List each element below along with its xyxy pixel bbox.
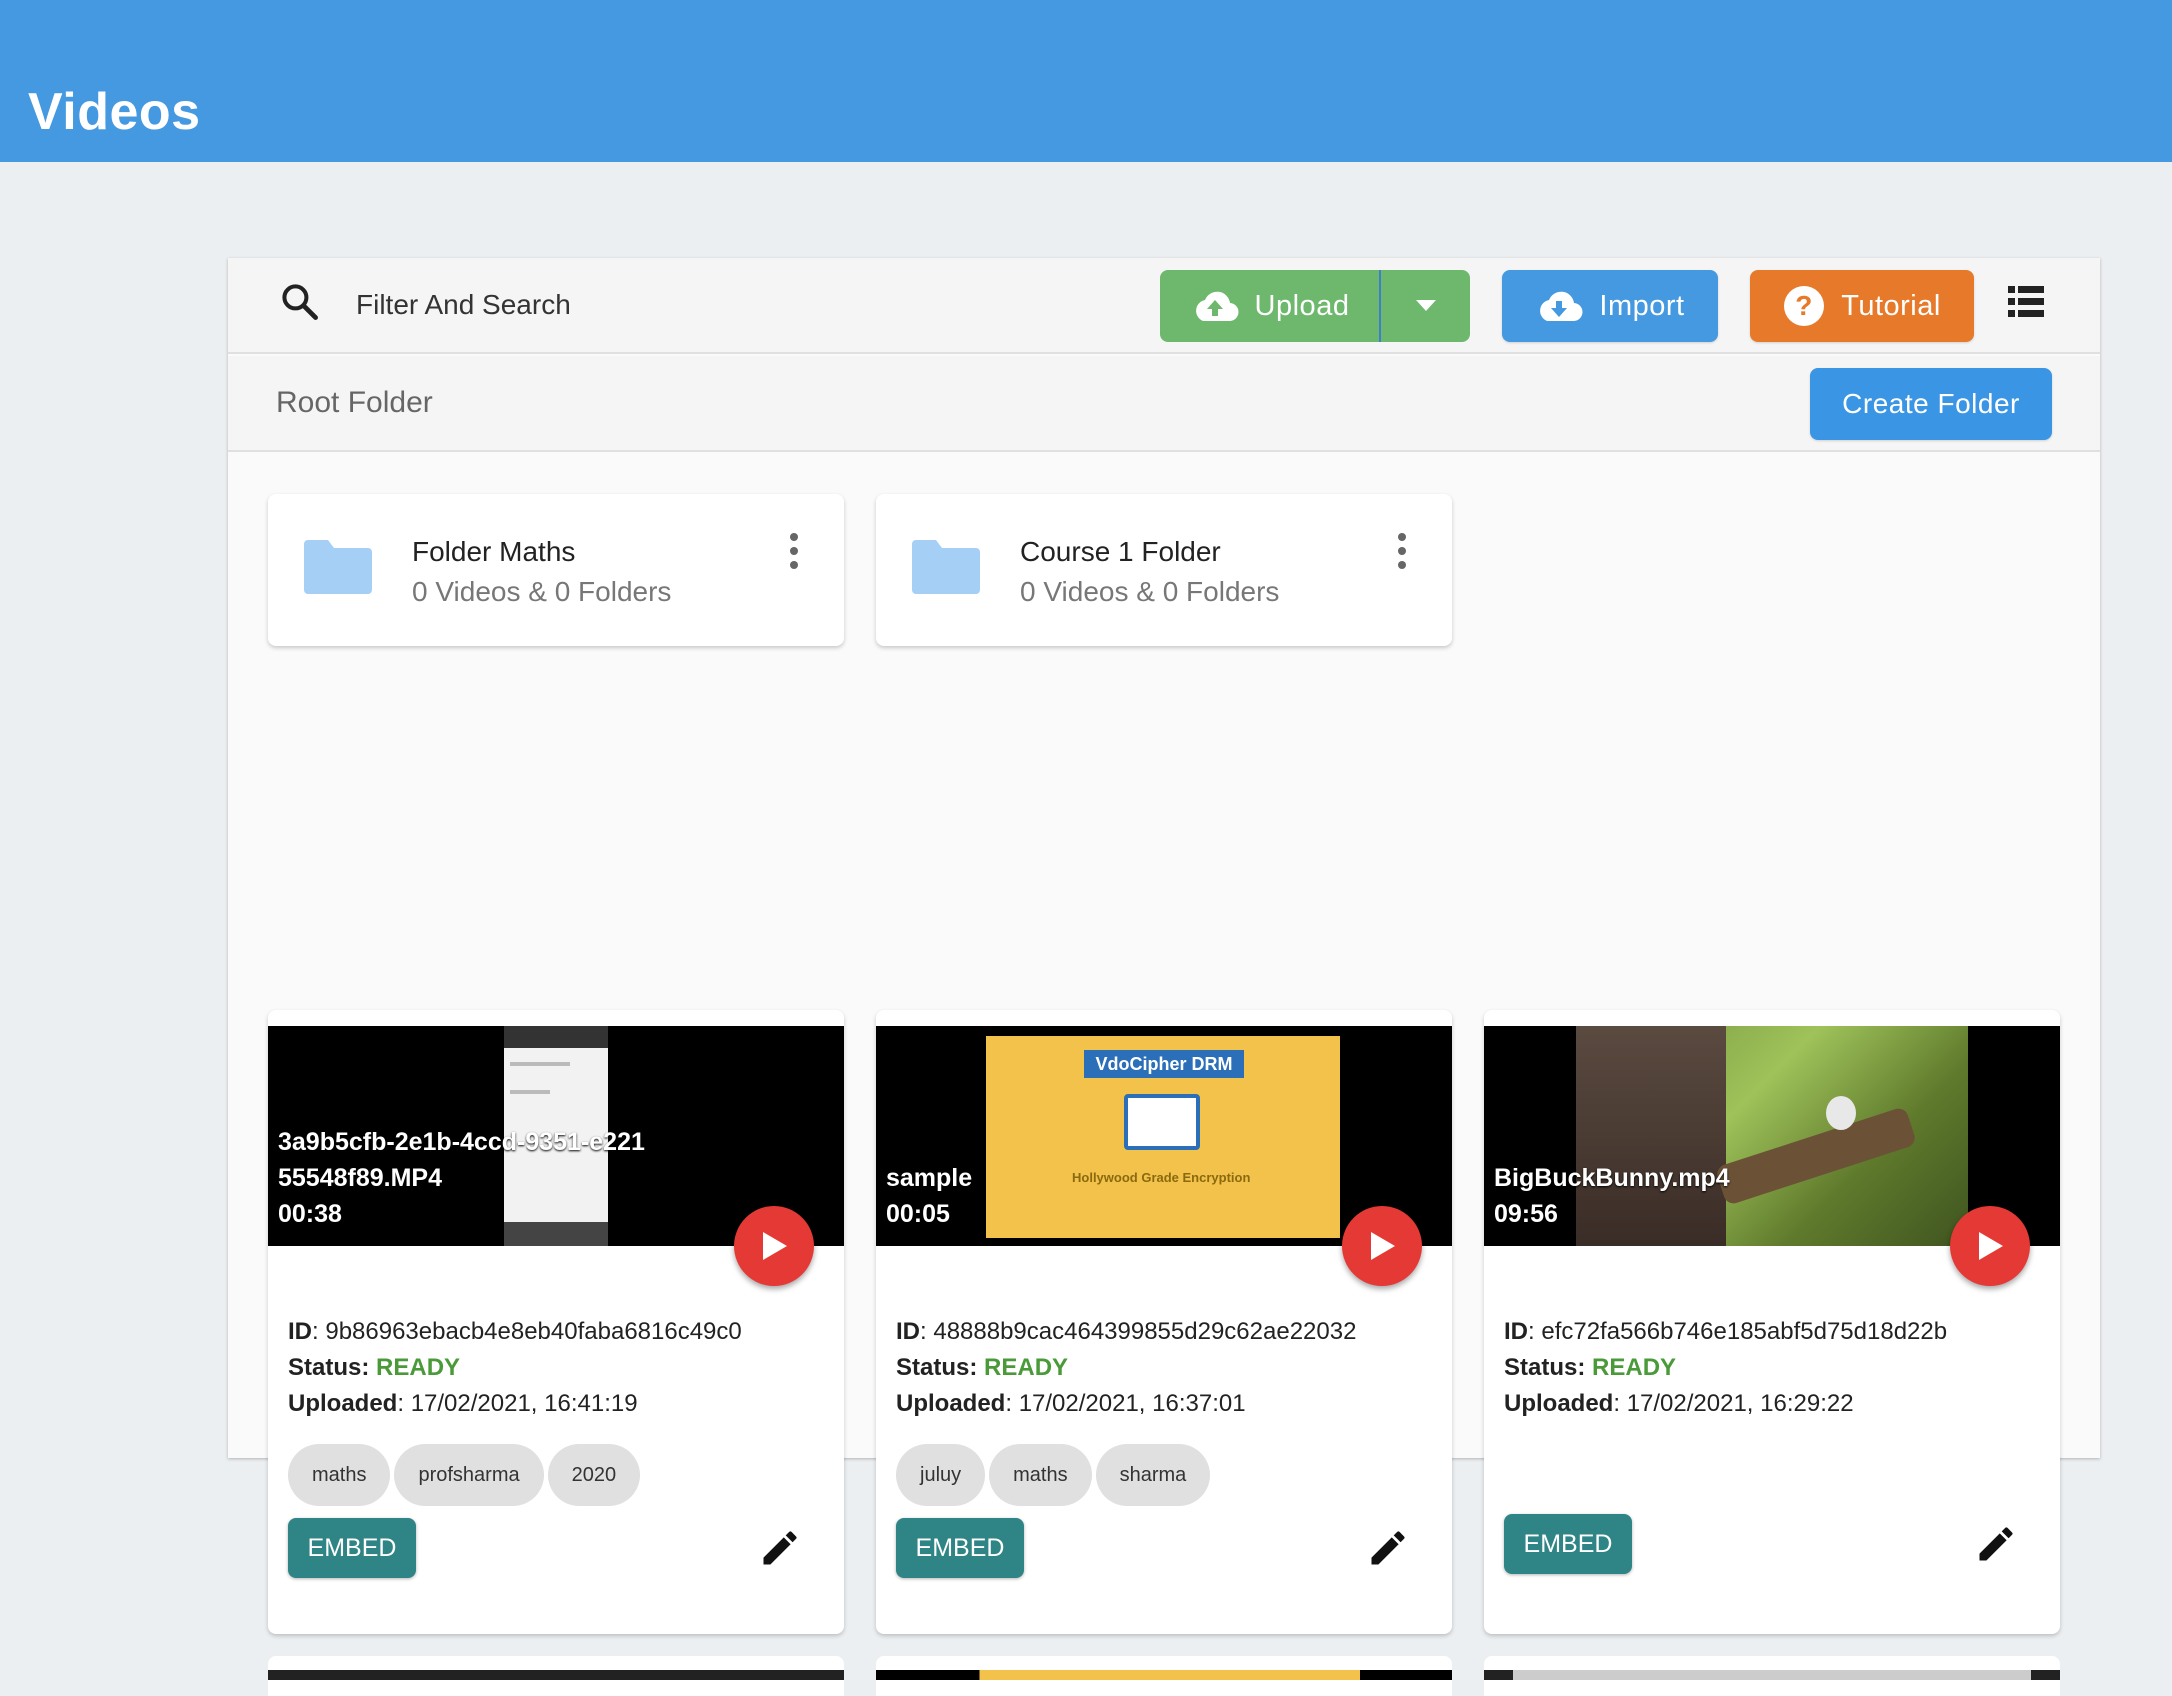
- thumbnail-caption: Hollywood Grade Encryption: [1072, 1170, 1251, 1185]
- id-label: ID: [896, 1318, 920, 1345]
- status-value: READY: [376, 1354, 461, 1381]
- embed-button[interactable]: EMBED: [896, 1518, 1024, 1578]
- edit-pencil-icon[interactable]: [1366, 1526, 1410, 1570]
- thumbnail-banner: VdoCipher DRM: [1084, 1050, 1244, 1078]
- folder-name: Folder Maths: [412, 536, 576, 567]
- status-label: Status:: [288, 1354, 370, 1381]
- embed-button[interactable]: EMBED: [1504, 1514, 1632, 1574]
- play-button[interactable]: [1342, 1206, 1422, 1286]
- status-value: READY: [984, 1354, 1069, 1381]
- more-vert-icon[interactable]: [788, 532, 800, 570]
- breadcrumb-bar: Root Folder Create Folder: [228, 356, 2100, 452]
- video-title: 3a9b5cfb-2e1b-4ccd-9351-e221 55548f89.MP…: [278, 1128, 645, 1228]
- import-label: Import: [1599, 289, 1685, 322]
- upload-button[interactable]: Upload: [1160, 270, 1380, 342]
- folder-name: Course 1 Folder: [1020, 536, 1221, 567]
- video-card-partial: [1484, 1656, 2060, 1696]
- video-card-partial: [876, 1656, 1452, 1696]
- video-info: ID: 9b86963ebacb4e8eb40faba6816c49c0 Sta…: [288, 1318, 742, 1417]
- edit-pencil-icon[interactable]: [758, 1526, 802, 1570]
- tag-chip[interactable]: 2020: [547, 1444, 641, 1506]
- status-label: Status:: [1504, 1354, 1586, 1381]
- video-title: sample 00:05: [886, 1164, 973, 1228]
- id-label: ID: [1504, 1318, 1528, 1345]
- breadcrumb[interactable]: Root Folder: [276, 386, 433, 420]
- tag-chip[interactable]: maths: [989, 1444, 1092, 1506]
- thumbnail-strip: [1484, 1670, 2060, 1680]
- video-id: efc72fa566b746e185abf5d75d18d22b: [1541, 1318, 1948, 1345]
- play-button[interactable]: [734, 1206, 814, 1286]
- play-icon: [763, 1232, 787, 1260]
- uploaded-label: Uploaded: [1504, 1390, 1614, 1417]
- laptop-graphic: [1124, 1094, 1200, 1150]
- folder-meta: 0 Videos & 0 Folders: [412, 576, 672, 607]
- tag-chip[interactable]: juluy: [896, 1444, 986, 1506]
- video-id: 48888b9cac464399855d29c62ae22032: [933, 1318, 1357, 1345]
- tag-chip[interactable]: maths: [288, 1444, 391, 1506]
- uploaded-value: 17/02/2021, 16:29:22: [1626, 1390, 1854, 1417]
- uploaded-label: Uploaded: [288, 1390, 398, 1417]
- video-card-partial: [268, 1656, 844, 1696]
- caret-down-icon: [1416, 300, 1436, 311]
- video-id: 9b86963ebacb4e8eb40faba6816c49c0: [325, 1318, 742, 1345]
- upload-button-group: Upload: [1160, 270, 1470, 342]
- thumbnail-strip: [268, 1670, 844, 1680]
- help-circle-icon: ?: [1784, 286, 1825, 326]
- import-button[interactable]: Import: [1502, 270, 1718, 342]
- thumbnail-strip: [876, 1670, 1452, 1680]
- video-card: 3a9b5cfb-2e1b-4ccd-9351-e221 55548f89.MP…: [268, 1010, 844, 1634]
- videos-panel: Upload Import ? Tutorial: [228, 258, 2100, 1696]
- video-card: BigBuckBunny.mp4 09:56 ID: efc72fa566b74…: [1484, 1010, 2060, 1634]
- app-header: Videos: [0, 0, 2172, 162]
- upload-divider: [1379, 270, 1381, 342]
- video-info: ID: 48888b9cac464399855d29c62ae22032 Sta…: [896, 1318, 1357, 1417]
- status-value: READY: [1592, 1354, 1677, 1381]
- folder-meta: 0 Videos & 0 Folders: [1020, 576, 1280, 607]
- video-title: BigBuckBunny.mp4 09:56: [1494, 1164, 1730, 1228]
- svg-text:?: ?: [1795, 290, 1813, 321]
- folder-card[interactable]: Course 1 Folder 0 Videos & 0 Folders: [876, 494, 1452, 646]
- thumbnail-image: VdoCipher DRM Hollywood Grade Encryption: [986, 1036, 1340, 1238]
- folder-icon: [304, 540, 372, 594]
- id-label: ID: [288, 1318, 312, 1345]
- folder-icon: [912, 540, 980, 594]
- uploaded-label: Uploaded: [896, 1390, 1006, 1417]
- play-button[interactable]: [1950, 1206, 2030, 1286]
- upload-label: Upload: [1254, 289, 1350, 322]
- tag-list: maths profsharma 2020: [288, 1444, 641, 1506]
- cloud-upload-icon: [1195, 291, 1239, 322]
- upload-dropdown-button[interactable]: [1382, 270, 1470, 342]
- tag-chip[interactable]: sharma: [1095, 1444, 1211, 1506]
- video-info: ID: efc72fa566b746e185abf5d75d18d22b Sta…: [1504, 1318, 1948, 1417]
- search-input[interactable]: [356, 278, 876, 332]
- video-card: VdoCipher DRM Hollywood Grade Encryption…: [876, 1010, 1452, 1634]
- tutorial-label: Tutorial: [1841, 289, 1941, 322]
- list-view-icon[interactable]: [2008, 286, 2044, 318]
- status-label: Status:: [896, 1354, 978, 1381]
- tag-list: juluy maths sharma: [896, 1444, 1211, 1506]
- cloud-download-icon: [1540, 291, 1583, 322]
- play-icon: [1979, 1232, 2003, 1260]
- edit-pencil-icon[interactable]: [1974, 1522, 2018, 1566]
- uploaded-value: 17/02/2021, 16:41:19: [410, 1390, 638, 1417]
- tutorial-button[interactable]: ? Tutorial: [1750, 270, 1974, 342]
- create-folder-button[interactable]: Create Folder: [1810, 368, 2052, 440]
- more-vert-icon[interactable]: [1396, 532, 1408, 570]
- embed-button[interactable]: EMBED: [288, 1518, 416, 1578]
- search-icon[interactable]: [278, 280, 322, 324]
- page-title: Videos: [28, 83, 201, 141]
- toolbar: Upload Import ? Tutorial: [228, 258, 2100, 354]
- folder-card[interactable]: Folder Maths 0 Videos & 0 Folders: [268, 494, 844, 646]
- play-icon: [1371, 1232, 1395, 1260]
- uploaded-value: 17/02/2021, 16:37:01: [1018, 1390, 1246, 1417]
- tag-chip[interactable]: profsharma: [394, 1444, 544, 1506]
